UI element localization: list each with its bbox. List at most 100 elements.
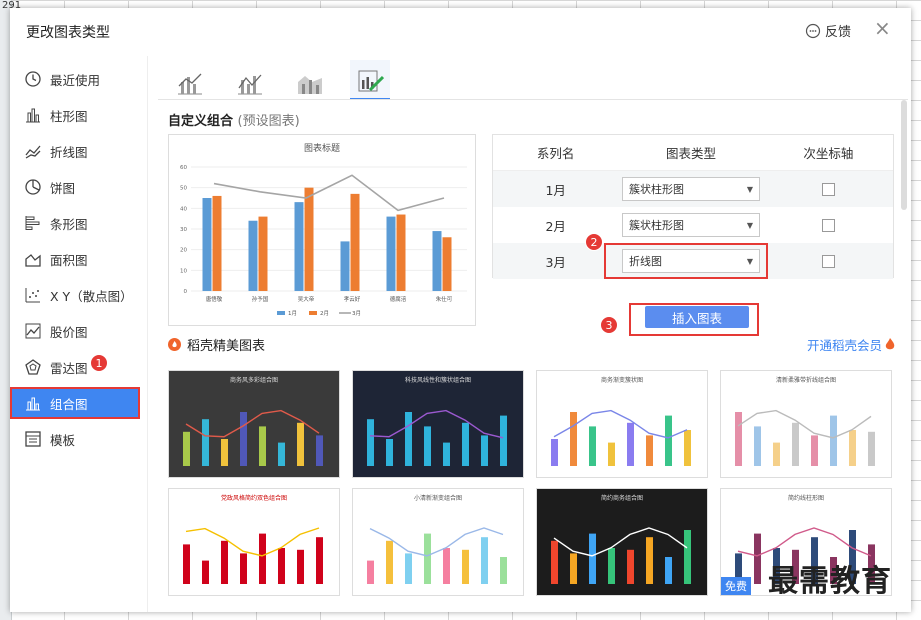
sidebar-item-label: 柱形图: [50, 108, 88, 124]
template-thumbnail[interactable]: 小清新渐变组合图: [352, 488, 524, 596]
sidebar-item-clock[interactable]: 最近使用: [12, 65, 138, 93]
scrollbar-thumb[interactable]: [901, 100, 907, 210]
y-tick-label: 30: [180, 227, 187, 233]
template-thumbnail[interactable]: 简约商务组合图: [536, 488, 708, 596]
template-thumbnail[interactable]: 清新柔雅带折线组合图: [720, 370, 892, 478]
sidebar-item-line-chart[interactable]: 折线图: [12, 137, 138, 165]
thumbnail-title: 小清新渐变组合图: [413, 495, 462, 502]
thumbnail-bar: [481, 435, 488, 466]
close-icon[interactable]: ×: [874, 18, 891, 38]
secondary-axis-checkbox[interactable]: [821, 254, 835, 268]
thumbnail-bar: [240, 553, 247, 584]
combo-column-line-icon: [178, 73, 202, 95]
thumbnail-bar: [221, 439, 228, 466]
x-tick-label: 孙予国: [252, 295, 269, 303]
chart-type-select[interactable]: 簇状柱形图 ▼: [622, 177, 761, 201]
sidebar-item-stock-chart[interactable]: 股价图: [12, 317, 138, 345]
thumbnail-bar: [646, 435, 653, 466]
section-subtitle: (预设图表): [237, 114, 300, 129]
sidebar-item-scatter-chart[interactable]: X Y（散点图）: [12, 281, 138, 309]
thumbnail-bar: [589, 533, 596, 584]
bar-2月: [304, 187, 314, 291]
thumbnail-bar: [646, 537, 653, 584]
thumbnail-bar: [240, 412, 247, 466]
change-chart-type-dialog: 更改图表类型 反馈 × 最近使用柱形图折线图饼图条形图面积图 X Y（散点图） 股价…: [10, 8, 911, 612]
combo-secondary-axis-icon: [238, 74, 262, 95]
legend-swatch: [309, 311, 317, 315]
thumbnail-bar: [424, 426, 431, 466]
thumbnail-bar: [443, 442, 450, 466]
premium-charts-heading: 稻壳精美图表: [168, 335, 265, 354]
header-chart-type: 图表类型: [666, 146, 717, 161]
combo-chart-icon: [24, 394, 42, 412]
tab-column-line-secondary[interactable]: [230, 60, 270, 100]
series-name: 1月: [545, 182, 566, 198]
y-tick-label: 20: [180, 248, 187, 254]
thumbnail-bar: [665, 557, 672, 584]
sidebar-item-combo-chart[interactable]: 组合图: [10, 387, 140, 419]
area-chart-icon: [24, 250, 42, 268]
thumbnail-bar: [868, 431, 875, 466]
thumbnail-title: 科技风线性和簇状组合图: [404, 377, 471, 384]
tab-clustered-column-line[interactable]: [170, 60, 210, 100]
thumbnail-line: [369, 409, 504, 439]
thumbnail-bar: [297, 549, 304, 584]
thumbnail-bar: [684, 530, 691, 584]
sidebar-item-radar-chart[interactable]: 雷达图: [12, 353, 138, 381]
thumbnail-bar: [405, 412, 412, 466]
open-vip-link[interactable]: 开通稻壳会员: [807, 335, 895, 354]
thumbnail-bar: [297, 422, 304, 466]
bar-1月: [340, 241, 350, 291]
x-tick-label: 唐悟敬: [206, 295, 223, 303]
y-tick-label: 0: [184, 289, 188, 295]
thumbnail-bar: [316, 435, 323, 466]
thumbnail-title: 简约线柱形图: [787, 495, 824, 502]
custom-combo-icon: [358, 70, 384, 92]
sidebar-item-area-chart[interactable]: 面积图: [12, 245, 138, 273]
sidebar-item-template[interactable]: 模板: [12, 425, 138, 453]
tab-custom-combo[interactable]: [350, 60, 390, 100]
dialog-title: 更改图表类型: [26, 25, 110, 41]
pie-chart-icon: [24, 178, 42, 196]
sidebar-item-bar-chart[interactable]: 条形图: [12, 209, 138, 237]
template-thumbnail[interactable]: 科技风线性和簇状组合图: [352, 370, 524, 478]
thumbnail-bar: [386, 540, 393, 584]
watermark: 最需教育: [768, 564, 892, 599]
secondary-axis-checkbox[interactable]: [821, 182, 835, 196]
preview-chart: 图表标题 0 10 20 30 40 50 60 唐悟敬 孙予国 吴大帝 孝云好 德腐涪 朱仕可 1月 2月 3…: [180, 142, 467, 317]
thumbnail-bar: [481, 537, 488, 584]
thumbnail-bar: [811, 435, 818, 466]
combo-subtype-tabs: [170, 60, 390, 100]
template-thumbnail[interactable]: 商务渐变簇状图: [536, 370, 708, 478]
thumbnail-bar: [221, 540, 228, 584]
feedback-button[interactable]: 反馈: [805, 21, 851, 40]
table-row: 1月 簇状柱形图 ▼: [493, 171, 893, 207]
y-tick-label: 60: [180, 165, 187, 171]
thumbnail-title: 党政风格简约双色组合图: [220, 495, 287, 502]
line-chart-icon: [24, 142, 42, 160]
thumbnail-line: [553, 527, 688, 557]
template-thumbnail[interactable]: 党政风格简约双色组合图: [168, 488, 340, 596]
sidebar-item-column-chart[interactable]: 柱形图: [12, 101, 138, 129]
thumbnail-bar: [500, 415, 507, 466]
thumbnail-bar: [462, 549, 469, 584]
chart-type-select[interactable]: 簇状柱形图 ▼: [622, 213, 761, 237]
thumbnail-bar: [849, 430, 856, 466]
tab-area-column[interactable]: [290, 60, 330, 100]
thumbnail-chart: [183, 409, 323, 466]
secondary-axis-checkbox[interactable]: [821, 218, 835, 232]
thumbnail-chart: [183, 527, 323, 584]
thumbnail-chart: [367, 527, 507, 584]
tab-divider: [158, 99, 908, 100]
thumbnail-bar: [278, 442, 285, 466]
bar-1月: [432, 231, 442, 291]
chart-preview: 图表标题 0 10 20 30 40 50 60 唐悟敬 孙予国 吴大帝 孝云好 德腐涪 朱仕可 1月 2月 3…: [168, 134, 476, 326]
highlight-box-insert: [629, 303, 759, 336]
step-badge-1: 1: [90, 354, 108, 372]
step-badge-2: 2: [585, 233, 603, 251]
template-thumbnail[interactable]: 商务风多彩组合图: [168, 370, 340, 478]
thumbnail-bar: [259, 533, 266, 584]
sidebar-item-pie-chart[interactable]: 饼图: [12, 173, 138, 201]
thumbnail-bar: [830, 415, 837, 466]
chart-category-sidebar: 最近使用柱形图折线图饼图条形图面积图 X Y（散点图） 股价图雷达图组合图模板: [10, 56, 148, 612]
